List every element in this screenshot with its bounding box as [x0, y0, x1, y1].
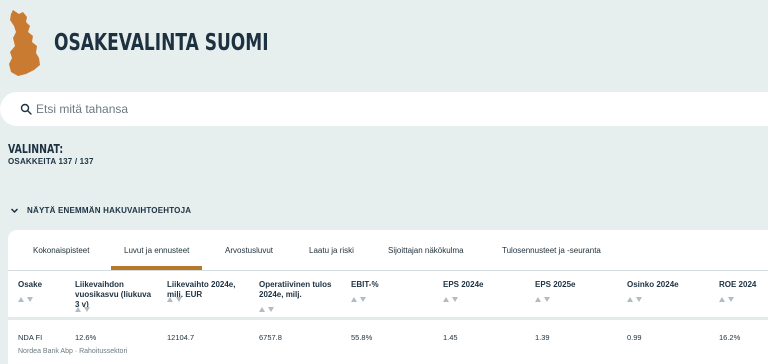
table-cell: 6757.8 — [259, 333, 282, 342]
sort-arrows-icon[interactable] — [443, 296, 459, 302]
column-header-osake[interactable]: Osake — [18, 280, 68, 290]
sort-arrows-icon[interactable] — [719, 296, 735, 302]
column-header-eps-2024e[interactable]: EPS 2024e — [443, 280, 513, 290]
sort-arrows-icon[interactable] — [75, 306, 91, 312]
search-input[interactable] — [36, 92, 736, 126]
tab-divider — [8, 270, 768, 271]
selections-heading: VALINNAT: — [8, 142, 64, 156]
tab-kokonaispisteet[interactable]: Kokonaispisteet — [33, 246, 89, 255]
column-header-roe[interactable]: ROE 2024 — [719, 280, 767, 290]
column-header-ebit[interactable]: EBIT-% — [351, 280, 421, 290]
header-row-divider — [8, 317, 768, 320]
page-title: OSAKEVALINTA SUOMI — [54, 30, 269, 56]
column-header-osinko[interactable]: Osinko 2024e — [627, 280, 697, 290]
sort-arrows-icon[interactable] — [351, 296, 367, 302]
table-cell: 16.2% — [719, 333, 741, 342]
table-cell: 1.39 — [535, 333, 550, 342]
search-bar[interactable] — [0, 92, 768, 126]
search-icon — [20, 103, 32, 115]
stock-count: OSAKKEITA 137 / 137 — [8, 157, 94, 166]
column-header-operatiivinen-tulos[interactable]: Operatiivinen tulos 2024e, milj. — [259, 280, 341, 300]
show-more-options-label: NÄYTÄ ENEMMÄN HAKUVAIHTOEHTOJA — [27, 205, 192, 215]
show-more-options-toggle[interactable]: NÄYTÄ ENEMMÄN HAKUVAIHTOEHTOJA — [10, 203, 191, 217]
tab-tulosennusteet[interactable]: Tulosennusteet ja -seuranta — [502, 246, 601, 255]
sort-arrows-icon[interactable] — [535, 296, 551, 302]
tab-laatu-ja-riski[interactable]: Laatu ja riski — [309, 246, 354, 255]
table-cell: 0.99 — [627, 333, 642, 342]
table-cell: 12.6% — [75, 333, 97, 342]
chevron-down-icon — [10, 207, 19, 213]
table-cell: 55.8% — [351, 333, 373, 342]
sort-arrows-icon[interactable] — [167, 296, 183, 302]
sort-arrows-icon[interactable] — [18, 296, 34, 302]
tab-sijoittajan-nakokulma[interactable]: Sijoittajan näkökulma — [388, 246, 464, 255]
table-cell: 1.45 — [443, 333, 458, 342]
finland-map-icon — [9, 10, 40, 76]
tab-luvut-ja-ennusteet[interactable]: Luvut ja ennusteet — [124, 246, 189, 255]
header: OSAKEVALINTA SUOMI — [0, 0, 768, 92]
column-header-eps-2025e[interactable]: EPS 2025e — [535, 280, 605, 290]
table-cell-ticker[interactable]: NDA FI — [18, 333, 42, 342]
sort-arrows-icon[interactable] — [259, 306, 275, 312]
tab-arvostusluvut[interactable]: Arvostusluvut — [225, 246, 273, 255]
table-cell: 12104.7 — [167, 333, 195, 342]
sort-arrows-icon[interactable] — [627, 296, 643, 302]
company-subtitle: Nordea Bank Abp · Rahoitussektori — [18, 348, 128, 355]
results-panel: Kokonaispisteet Luvut ja ennusteet Arvos… — [8, 230, 768, 364]
